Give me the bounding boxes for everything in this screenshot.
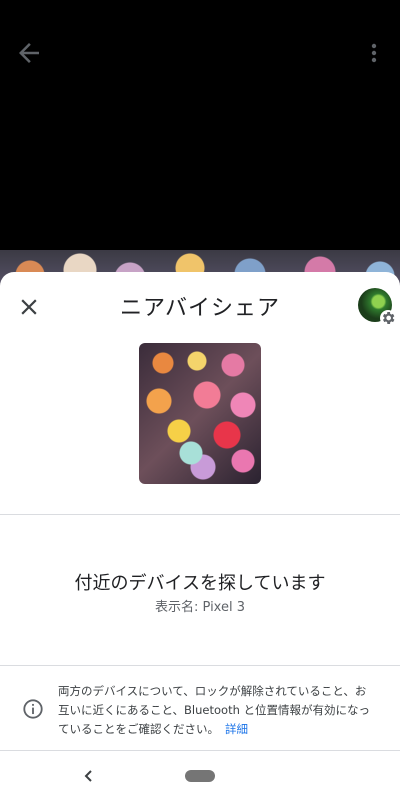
divider (0, 665, 400, 666)
nav-back-button[interactable] (80, 766, 98, 786)
back-button[interactable] (14, 38, 44, 68)
chevron-left-icon (84, 770, 92, 782)
screen: ニアバイシェア 付近のデバイスを探しています 表示名: Pixel 3 両方のデ… (0, 0, 400, 800)
divider (0, 750, 400, 751)
gear-icon[interactable] (380, 310, 396, 326)
nearby-share-sheet: ニアバイシェア 付近のデバイスを探しています 表示名: Pixel 3 両方のデ… (0, 272, 400, 800)
searching-status: 付近のデバイスを探しています (74, 573, 326, 594)
info-message-text: 両方のデバイスについて、ロックが解除されていること、お互いに近くにあること、Bl… (58, 684, 371, 736)
info-message: 両方のデバイスについて、ロックが解除されていること、お互いに近くにあること、Bl… (58, 682, 376, 739)
divider (0, 514, 400, 515)
arrow-back-icon (19, 43, 39, 63)
more-vert-icon (371, 43, 377, 63)
nav-home-pill[interactable] (185, 770, 215, 782)
details-link[interactable]: 詳細 (225, 722, 248, 736)
info-icon (22, 698, 44, 720)
sheet-title: ニアバイシェア (119, 296, 281, 321)
more-options-button[interactable] (362, 38, 386, 68)
top-app-bar (0, 0, 400, 100)
system-navigation-bar (0, 752, 400, 800)
device-name: 表示名: Pixel 3 (155, 600, 245, 615)
shared-image-preview (139, 343, 261, 484)
